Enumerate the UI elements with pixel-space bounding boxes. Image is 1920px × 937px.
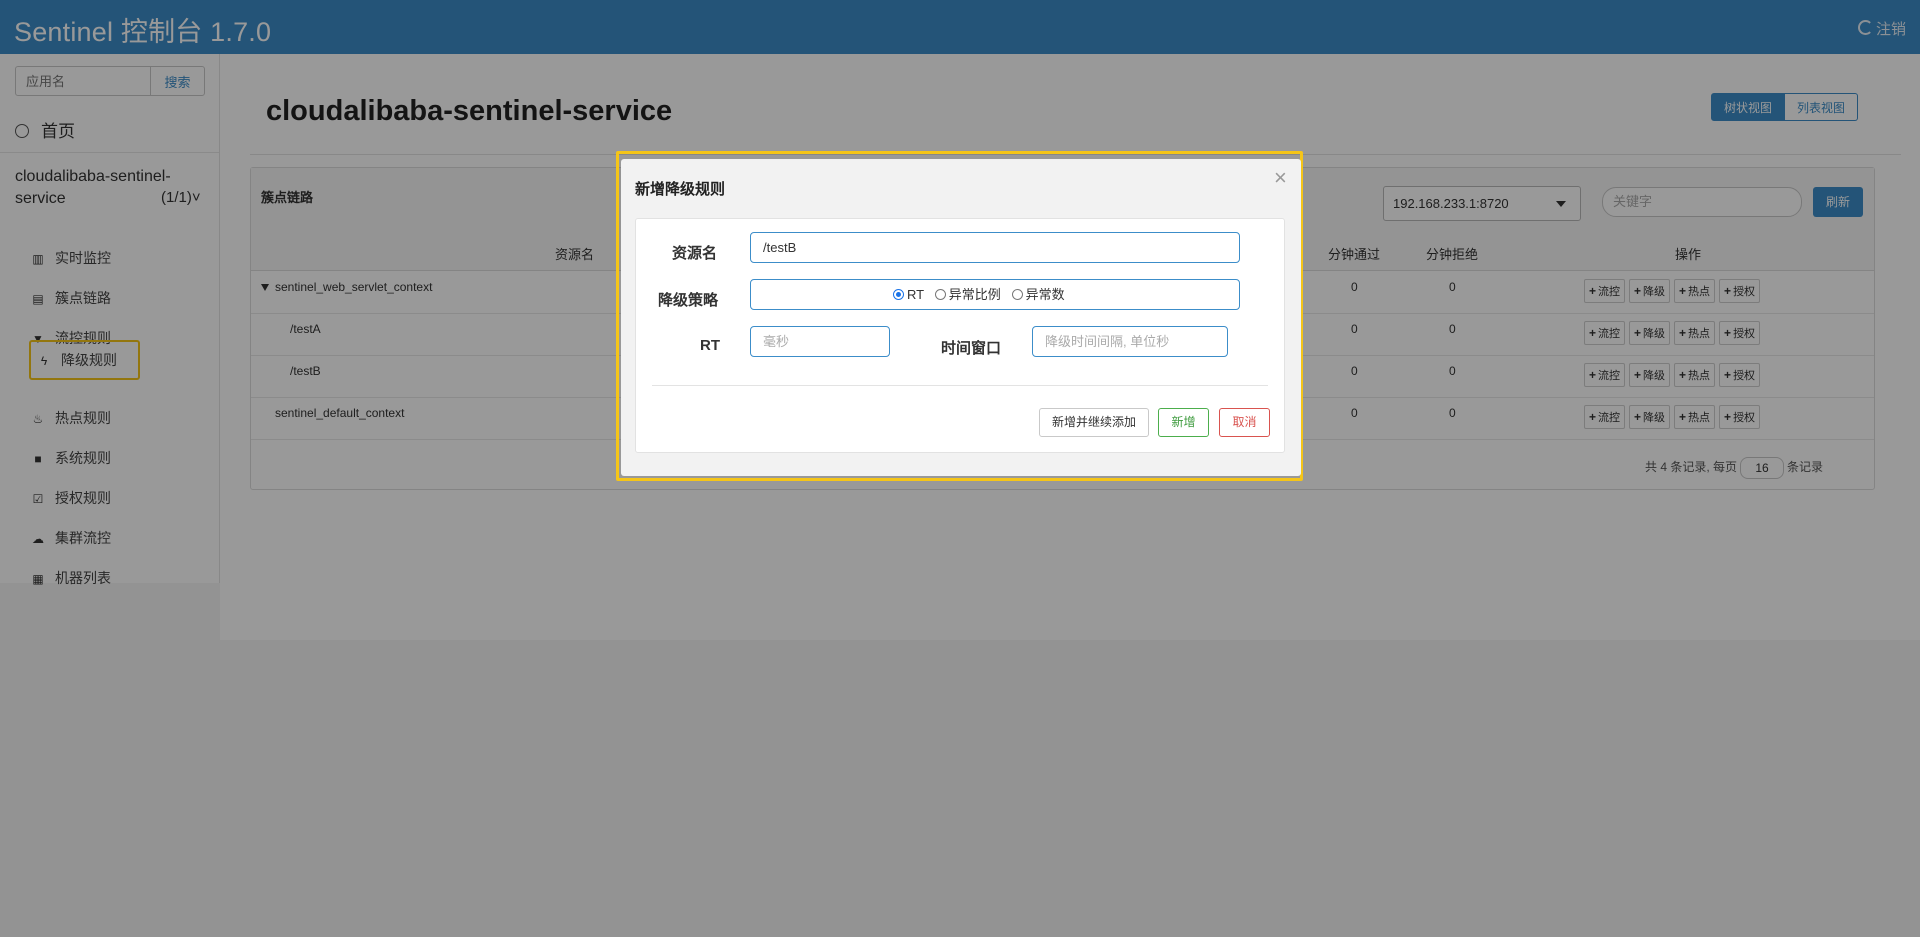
- radio-checked-icon[interactable]: [893, 289, 904, 300]
- close-icon[interactable]: ×: [1274, 165, 1287, 191]
- strategy-label: 降级策略: [658, 292, 719, 309]
- strategy-radio-group: RT 异常比例 异常数: [750, 279, 1240, 310]
- time-window-input[interactable]: 降级时间间隔, 单位秒: [1032, 326, 1228, 357]
- dialog-title: 新增降级规则: [635, 181, 726, 198]
- time-window-label: 时间窗口: [941, 340, 1002, 357]
- strategy-option-label: 异常比例: [948, 287, 1001, 302]
- strategy-options: RT 异常比例 异常数: [893, 280, 1065, 309]
- resource-name-label: 资源名: [672, 245, 718, 262]
- degrade-rule-dialog: 新增降级规则 × 资源名 /testB 降级策略 RT 异常比例 异常数 RT …: [621, 159, 1301, 476]
- divider: [652, 385, 1268, 386]
- strategy-option-exception-count[interactable]: 异常数: [1011, 287, 1065, 302]
- strategy-option-label: 异常数: [1025, 287, 1065, 302]
- radio-icon[interactable]: [934, 289, 946, 300]
- strategy-option-exception-ratio[interactable]: 异常比例: [934, 287, 1001, 302]
- resource-name-input[interactable]: /testB: [750, 232, 1240, 263]
- add-and-continue-button[interactable]: 新增并继续添加: [1039, 408, 1149, 437]
- cancel-button[interactable]: 取消: [1219, 408, 1270, 437]
- strategy-option-rt[interactable]: RT: [893, 287, 924, 302]
- rt-input[interactable]: 毫秒: [750, 326, 890, 357]
- strategy-option-label: RT: [907, 287, 924, 302]
- rt-label: RT: [700, 337, 720, 354]
- radio-icon[interactable]: [1011, 289, 1023, 300]
- add-button[interactable]: 新增: [1158, 408, 1209, 437]
- dialog-form: 资源名 /testB 降级策略 RT 异常比例 异常数 RT 毫秒 时间窗口 降…: [635, 218, 1285, 453]
